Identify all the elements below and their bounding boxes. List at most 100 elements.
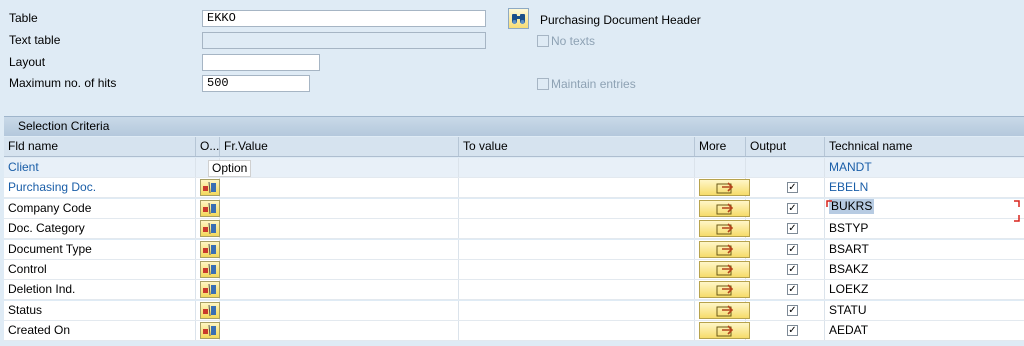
- header-fld-name[interactable]: Fld name: [4, 137, 196, 156]
- no-texts-checkbox[interactable]: [537, 35, 549, 47]
- table-input[interactable]: EKKO: [202, 10, 486, 27]
- selection-option-button[interactable]: [200, 179, 220, 197]
- header-option[interactable]: O...: [196, 137, 220, 156]
- output-cell: [746, 158, 825, 177]
- output-cell: [746, 321, 825, 341]
- selection-option-icon: [203, 202, 216, 214]
- selection-option-button[interactable]: [200, 281, 220, 299]
- table-search-button[interactable]: [508, 8, 529, 29]
- output-cell: [746, 239, 825, 259]
- from-value-cell[interactable]: [220, 158, 459, 177]
- output-checkbox[interactable]: ✓: [787, 304, 798, 316]
- output-checkbox[interactable]: ✓: [787, 243, 798, 255]
- table-row[interactable]: Control BSAKZ ✓: [4, 260, 1024, 280]
- field-name: Doc. Category: [4, 219, 196, 239]
- technical-name: BSAKZ: [825, 260, 1024, 279]
- technical-name: EBELN: [825, 178, 1024, 197]
- table-description: Purchasing Document Header: [540, 13, 701, 27]
- maintain-entries-checkbox[interactable]: [537, 78, 549, 90]
- field-name: Created On: [4, 321, 196, 341]
- table-row[interactable]: Client MANDT: [4, 158, 1024, 178]
- table-row[interactable]: Doc. Category BSTYP ✓: [4, 219, 1024, 240]
- to-value-cell[interactable]: [459, 239, 695, 259]
- multiple-selection-button[interactable]: [699, 301, 750, 319]
- selection-option-icon: [203, 263, 216, 276]
- header-output[interactable]: Output: [746, 137, 825, 156]
- selection-option-icon: [203, 325, 216, 337]
- to-value-cell[interactable]: [459, 178, 695, 198]
- technical-name-text: MANDT: [829, 160, 872, 174]
- header-to-value[interactable]: To value: [459, 137, 695, 156]
- layout-label: Layout: [9, 55, 46, 69]
- option-tooltip: Option: [208, 160, 252, 177]
- to-value-cell[interactable]: [459, 300, 695, 320]
- multiple-selection-button[interactable]: [699, 199, 750, 217]
- table-row[interactable]: Deletion Ind. LOEKZ ✓: [4, 280, 1024, 301]
- from-value-cell[interactable]: [220, 280, 459, 300]
- to-value-cell[interactable]: [459, 321, 695, 341]
- to-value-cell[interactable]: [459, 260, 695, 279]
- output-cell: [746, 178, 825, 198]
- table-row[interactable]: Status STATU ✓: [4, 300, 1024, 321]
- multiple-selection-button[interactable]: [699, 322, 750, 340]
- to-value-cell[interactable]: [459, 158, 695, 177]
- field-name: Control: [4, 260, 196, 279]
- multiple-selection-arrow-icon: [716, 223, 734, 235]
- selection-option-button[interactable]: [200, 301, 220, 319]
- technical-name-text: EBELN: [829, 180, 869, 195]
- multiple-selection-arrow-icon: [716, 182, 734, 194]
- to-value-cell[interactable]: [459, 280, 695, 300]
- header-fr-value[interactable]: Fr.Value: [220, 137, 459, 156]
- multiple-selection-button[interactable]: [699, 220, 750, 238]
- selection-option-button[interactable]: [200, 220, 220, 238]
- output-checkbox[interactable]: ✓: [787, 264, 798, 275]
- multiple-selection-button[interactable]: [699, 240, 750, 258]
- text-table-label: Text table: [9, 33, 61, 47]
- multiple-selection-button[interactable]: [699, 261, 750, 278]
- multiple-selection-arrow-icon: [716, 244, 734, 256]
- from-value-cell[interactable]: [220, 219, 459, 239]
- selection-option-icon: [203, 243, 216, 255]
- from-value-cell[interactable]: [220, 198, 459, 218]
- to-value-cell[interactable]: [459, 219, 695, 239]
- field-name: Status: [4, 300, 196, 320]
- from-value-cell[interactable]: [220, 300, 459, 320]
- output-checkbox[interactable]: ✓: [787, 182, 798, 194]
- header-more[interactable]: More: [695, 137, 746, 156]
- table-row[interactable]: Created On AEDAT ✓: [4, 321, 1024, 342]
- technical-name-text: AEDAT: [829, 323, 869, 338]
- max-hits-label: Maximum no. of hits: [9, 76, 117, 90]
- technical-name-text: BSART: [829, 241, 869, 256]
- technical-name-text: STATU: [829, 302, 867, 317]
- multiple-selection-button[interactable]: [699, 281, 750, 299]
- selection-option-button[interactable]: [200, 322, 220, 340]
- output-checkbox[interactable]: ✓: [787, 284, 798, 296]
- selection-option-button[interactable]: [200, 199, 220, 217]
- output-cell: [746, 280, 825, 300]
- output-checkbox[interactable]: ✓: [787, 223, 798, 235]
- selection-option-button[interactable]: [200, 240, 220, 258]
- table-row[interactable]: Purchasing Doc. EBELN ✓: [4, 178, 1024, 199]
- layout-input[interactable]: [202, 54, 320, 71]
- field-name: Purchasing Doc.: [4, 178, 196, 198]
- from-value-cell[interactable]: [220, 260, 459, 279]
- selection-option-icon: [203, 182, 216, 194]
- technical-name: BSTYP: [825, 219, 1024, 238]
- from-value-cell[interactable]: [220, 321, 459, 341]
- output-checkbox[interactable]: ✓: [787, 202, 798, 214]
- table-row[interactable]: Document Type BSART ✓: [4, 239, 1024, 260]
- text-table-input: [202, 32, 486, 49]
- grid-header: Fld name O... Fr.Value To value More Out…: [4, 137, 1024, 157]
- more-cell: [695, 158, 746, 177]
- from-value-cell[interactable]: [220, 178, 459, 198]
- multiple-selection-arrow-icon: [716, 284, 734, 296]
- to-value-cell[interactable]: [459, 198, 695, 218]
- from-value-cell[interactable]: [220, 239, 459, 259]
- output-checkbox[interactable]: ✓: [787, 325, 798, 337]
- technical-name-text: BSAKZ: [829, 262, 869, 276]
- selection-option-button[interactable]: [200, 261, 220, 278]
- table-label: Table: [9, 11, 38, 25]
- multiple-selection-button[interactable]: [699, 179, 750, 197]
- header-technical-name[interactable]: Technical name: [825, 137, 1024, 156]
- max-hits-input[interactable]: 500: [202, 75, 310, 92]
